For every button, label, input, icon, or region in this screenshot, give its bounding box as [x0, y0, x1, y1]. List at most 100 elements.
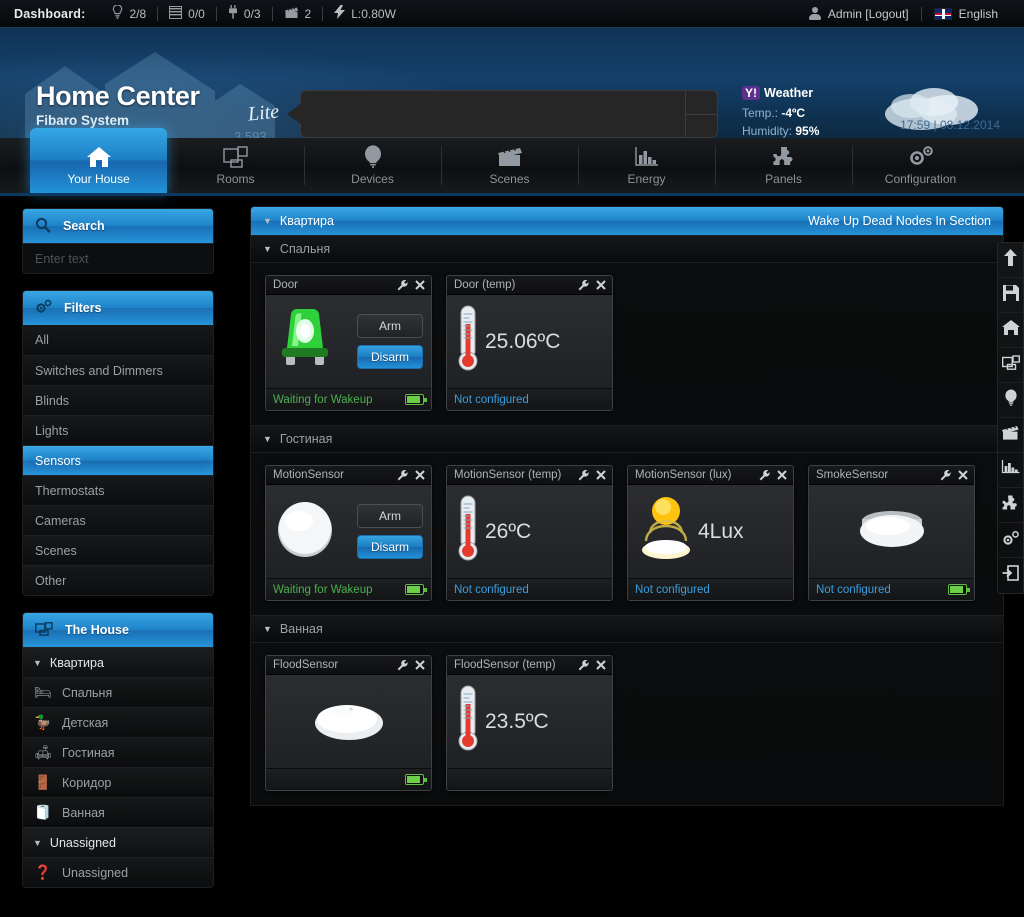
tab-your-house[interactable]: Your House: [30, 128, 167, 193]
filter-switches-and-dimmers[interactable]: Switches and Dimmers: [23, 355, 213, 385]
sidebar-room-bathroom[interactable]: 🧻 Ванная: [23, 797, 213, 827]
close-icon[interactable]: [413, 659, 426, 672]
stat-lights[interactable]: 2/8: [101, 4, 157, 22]
wrench-icon[interactable]: [758, 469, 771, 482]
device-card-smokesensor[interactable]: SmokeSensor Not configured: [808, 465, 975, 601]
card-header: MotionSensor (lux): [628, 466, 793, 485]
stat-blinds[interactable]: 0/0: [158, 5, 216, 22]
rail-panels[interactable]: [997, 488, 1024, 523]
filter-scenes[interactable]: Scenes: [23, 535, 213, 565]
card-footer: Waiting for Wakeup: [266, 388, 431, 410]
search-panel-header: Search: [23, 209, 213, 243]
rail-rooms[interactable]: [997, 348, 1024, 383]
tab-panels[interactable]: Panels: [715, 138, 852, 193]
rail-home[interactable]: [997, 313, 1024, 348]
sidebar-room-bedroom[interactable]: 🛏 Спальня: [23, 677, 213, 707]
sidebar-room-corridor[interactable]: 🚪 Коридор: [23, 767, 213, 797]
device-card-motionsensor-lux[interactable]: MotionSensor (lux) 4Lux Not configured: [627, 465, 794, 601]
wrench-icon[interactable]: [939, 469, 952, 482]
rooms-icon: [35, 621, 53, 639]
wrench-icon[interactable]: [577, 469, 590, 482]
close-icon[interactable]: [594, 659, 607, 672]
bulb-icon: [362, 145, 384, 168]
sidebar-room-nursery[interactable]: 🦆 Детская: [23, 707, 213, 737]
close-icon[interactable]: [413, 279, 426, 292]
room-header-bedroom[interactable]: ▼ Спальня: [251, 235, 1003, 263]
search-placeholder: Enter text: [35, 251, 89, 266]
rail-configuration[interactable]: [997, 523, 1024, 558]
section-header[interactable]: ▼ Квартира Wake Up Dead Nodes In Section: [251, 207, 1003, 235]
bubble-controls[interactable]: [685, 91, 718, 137]
blinds-icon: [169, 5, 183, 22]
filter-other[interactable]: Other: [23, 565, 213, 595]
house-section-label: Квартира: [49, 655, 104, 670]
rail-energy[interactable]: [997, 453, 1024, 488]
device-card-door[interactable]: Door Arm Disarm Waiting for Wakeup: [265, 275, 432, 411]
home-icon: [86, 146, 112, 168]
filter-thermostats[interactable]: Thermostats: [23, 475, 213, 505]
tab-rooms[interactable]: Rooms: [167, 138, 304, 193]
wake-up-dead-nodes-link[interactable]: Wake Up Dead Nodes In Section: [808, 214, 991, 228]
notification-bubble[interactable]: [287, 90, 718, 138]
rail-scenes[interactable]: [997, 418, 1024, 453]
stat-plugs[interactable]: 0/3: [217, 5, 272, 22]
rail-logout[interactable]: [997, 558, 1024, 593]
device-card-floodsensor-temp[interactable]: FloodSensor (temp) 23.5ºC: [446, 655, 613, 791]
search-input[interactable]: Enter text: [23, 243, 213, 273]
weather-temp: Temp.: -4ºC: [742, 104, 819, 122]
house-panel-title: The House: [65, 623, 129, 637]
filter-label: Scenes: [35, 543, 77, 558]
wrench-icon[interactable]: [396, 469, 409, 482]
avatar-icon: [808, 7, 821, 20]
device-card-motionsensor[interactable]: MotionSensor Arm Disarm Waiting for Wake…: [265, 465, 432, 601]
tab-devices[interactable]: Devices: [304, 138, 441, 193]
sidebar-room-unassigned[interactable]: ❓ Unassigned: [23, 857, 213, 887]
close-icon[interactable]: [594, 469, 607, 482]
device-card-motionsensor-temp[interactable]: MotionSensor (temp) 26ºC Not configured: [446, 465, 613, 601]
stat-power[interactable]: L:0.80W: [323, 5, 407, 22]
close-icon[interactable]: [956, 469, 969, 482]
rail-devices[interactable]: [997, 383, 1024, 418]
wrench-icon[interactable]: [577, 659, 590, 672]
filter-label: Lights: [35, 423, 69, 438]
arm-button[interactable]: Arm: [357, 504, 423, 528]
house-section-unassigned[interactable]: ▼ Unassigned: [23, 827, 213, 857]
stat-scenes[interactable]: 2: [273, 6, 323, 22]
up-arrow-icon: [1003, 249, 1018, 271]
disarm-button[interactable]: Disarm: [357, 535, 423, 559]
device-title: Door: [273, 279, 298, 291]
filter-cameras[interactable]: Cameras: [23, 505, 213, 535]
card-header: MotionSensor: [266, 466, 431, 485]
house-section-apartment[interactable]: ▼ Квартира: [23, 647, 213, 677]
device-card-floodsensor[interactable]: FloodSensor: [265, 655, 432, 791]
logo-lite: Lite: [246, 100, 281, 126]
filter-blinds[interactable]: Blinds: [23, 385, 213, 415]
room-header-bathroom[interactable]: ▼ Ванная: [251, 615, 1003, 643]
tab-scenes[interactable]: Scenes: [441, 138, 578, 193]
close-icon[interactable]: [775, 469, 788, 482]
wrench-icon[interactable]: [577, 279, 590, 292]
sidebar-room-living-room[interactable]: 🛋 Гостиная: [23, 737, 213, 767]
wrench-icon[interactable]: [396, 659, 409, 672]
disarm-button[interactable]: Disarm: [357, 345, 423, 369]
filter-all[interactable]: All: [23, 325, 213, 355]
close-icon[interactable]: [594, 279, 607, 292]
arm-button[interactable]: Arm: [357, 314, 423, 338]
filter-lights[interactable]: Lights: [23, 415, 213, 445]
room-label: Unassigned: [62, 865, 129, 880]
rail-up-arrow[interactable]: [997, 243, 1024, 278]
room-header-living-room[interactable]: ▼ Гостиная: [251, 425, 1003, 453]
user-menu[interactable]: Admin [Logout]: [797, 7, 921, 21]
device-card-door-temp[interactable]: Door (temp) 25.06ºC Not configured: [446, 275, 613, 411]
wrench-icon[interactable]: [396, 279, 409, 292]
tab-configuration[interactable]: Configuration: [852, 138, 989, 193]
search-panel-title: Search: [63, 219, 105, 233]
logo-title: Home Center: [36, 81, 200, 111]
rail-save[interactable]: [997, 278, 1024, 313]
language-selector[interactable]: English: [922, 7, 1010, 21]
tab-energy[interactable]: Energy: [578, 138, 715, 193]
close-icon[interactable]: [413, 469, 426, 482]
filter-sensors[interactable]: Sensors: [23, 445, 213, 475]
section-title: Квартира: [279, 214, 334, 228]
weather-humidity: Humidity: 95%: [742, 122, 819, 138]
